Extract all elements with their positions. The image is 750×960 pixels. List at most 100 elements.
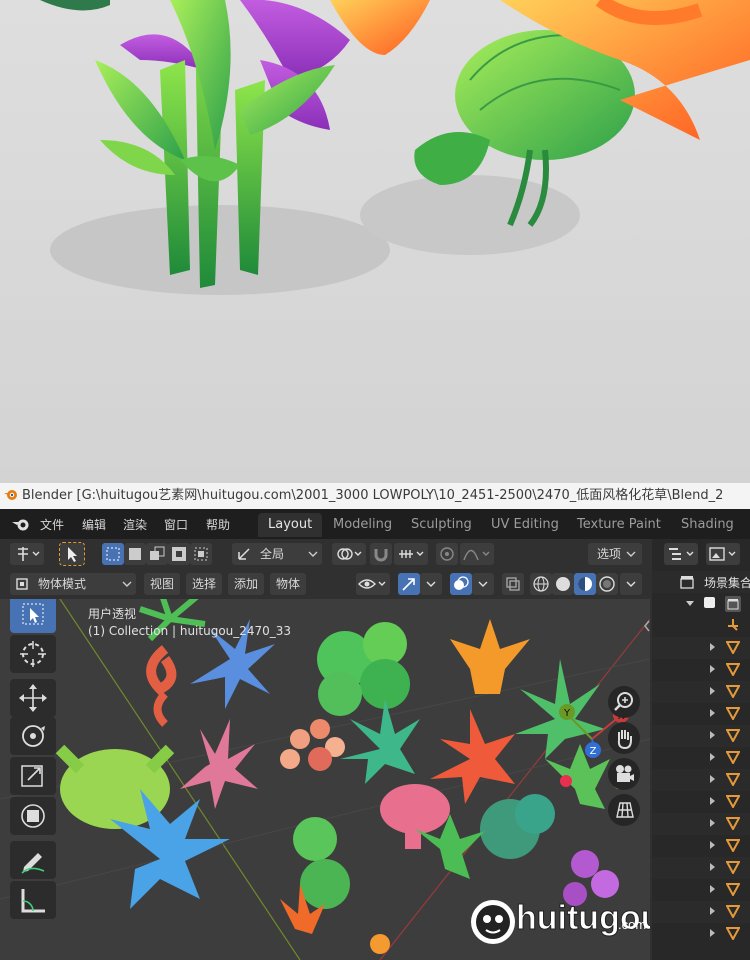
scene-collection-icon [680,576,694,589]
interaction-mode-dropdown[interactable]: 物体模式 [10,573,136,595]
zoom-button[interactable] [608,686,640,718]
checkbox-icon[interactable] [704,597,715,608]
menu-window[interactable]: 窗口 [164,516,188,533]
outliner-object-row[interactable] [652,703,750,725]
falloff-curve-icon [463,549,490,561]
pivot-point-dropdown[interactable] [332,543,366,565]
outliner-object-row[interactable] [652,813,750,835]
overlays-toggle[interactable] [450,573,472,595]
sidebar-toggle-icon[interactable] [642,618,652,634]
zoom-icon [614,692,633,711]
snap-toggle[interactable] [370,543,392,565]
tool-select-box[interactable] [10,599,56,633]
visibility-dropdown[interactable] [356,573,390,595]
shading-dropdown[interactable] [620,573,642,595]
transform-orientation-dropdown[interactable]: 全局 [232,543,322,565]
outliner-object-row[interactable] [652,923,750,945]
viewport-tool-header: 全局 选项 [0,539,650,569]
blender-menu-icon[interactable] [12,516,30,532]
mesh-object-icon [726,817,740,830]
mesh-object-icon [726,773,740,786]
tab-uv-editing[interactable]: UV Editing [481,513,569,537]
tab-modeling[interactable]: Modeling [323,513,402,537]
expand-triangle-icon[interactable] [686,601,694,606]
menu-view[interactable]: 视图 [144,573,180,595]
mesh-object-icon [726,927,740,940]
overlays-dropdown[interactable] [472,573,494,595]
outliner-filter-dropdown[interactable] [706,543,740,565]
tool-scale[interactable] [10,757,56,795]
outliner-object-row[interactable] [652,769,750,791]
shading-wireframe-button[interactable] [530,573,552,595]
mesh-object-icon [726,685,740,698]
tool-move[interactable] [10,679,56,717]
gizmo-toggle[interactable] [398,573,420,595]
outliner-object-row[interactable] [652,637,750,659]
outliner-object-row[interactable] [652,835,750,857]
select-mode-invert-button[interactable] [168,543,190,565]
camera-view-button[interactable] [608,758,640,790]
pan-button[interactable] [608,722,640,754]
menu-render[interactable]: 渲染 [123,516,147,533]
mesh-object-icon [726,641,740,654]
outliner-object-row[interactable] [652,659,750,681]
outliner-object-row[interactable] [652,615,750,637]
outliner-object-row[interactable] [652,901,750,923]
menu-add[interactable]: 添加 [228,573,264,595]
tab-shading[interactable]: Shading [671,513,744,537]
mesh-object-icon [726,707,740,720]
shading-material-button[interactable] [574,573,596,595]
outliner-object-row[interactable] [652,879,750,901]
outliner-object-row[interactable] [652,791,750,813]
proportional-edit-toggle[interactable] [436,543,458,565]
menu-file[interactable]: 文件 [40,516,64,533]
xray-toggle[interactable] [502,573,524,595]
green-fan-plant [545,744,610,809]
wireframe-sphere-icon [533,576,549,592]
ortho-toggle-button[interactable] [608,794,640,826]
outliner-display-mode-dropdown[interactable] [664,543,698,565]
material-sphere-icon [578,577,592,591]
falloff-dropdown[interactable] [460,543,494,565]
options-dropdown[interactable]: 选项 [588,543,642,565]
select-mode-intersect-button[interactable] [190,543,212,565]
tab-texture-paint[interactable]: Texture Paint [567,513,671,537]
tool-transform[interactable] [10,797,56,835]
shading-rendered-button[interactable] [596,573,618,595]
3d-viewport[interactable]: Y X Z 用户透视 (1) Collection | huitugou_247… [0,599,650,960]
select-tool-button[interactable] [59,542,85,566]
tool-annotate[interactable] [10,841,56,879]
select-mode-new-button[interactable] [102,543,124,565]
menu-object[interactable]: 物体 [270,573,306,595]
scale-icon [21,765,43,787]
select-extend-icon [129,548,141,560]
outliner-object-row[interactable] [652,681,750,703]
snap-target-dropdown[interactable] [394,543,428,565]
transform-pivot-button[interactable] [10,543,44,565]
outliner-scene-collection-row[interactable]: 场景集合 [652,571,750,593]
image-filter-icon [709,547,736,561]
tab-sculpting[interactable]: Sculpting [401,513,482,537]
overlays-icon [454,576,469,590]
outliner-object-row[interactable] [652,857,750,879]
axis-y-label: Y [563,708,571,719]
select-mode-extend-button[interactable] [124,543,146,565]
outliner-object-row[interactable] [652,725,750,747]
select-mode-subtract-button[interactable] [146,543,168,565]
rendered-sphere-icon [599,576,615,592]
watermark: huitugou .com [468,893,650,953]
menu-help[interactable]: 帮助 [206,516,230,533]
outliner-object-row[interactable] [652,747,750,769]
tab-layout[interactable]: Layout [258,513,323,537]
tool-rotate[interactable] [10,717,56,755]
menu-edit[interactable]: 编辑 [82,516,106,533]
mesh-object-icon [726,839,740,852]
tool-cursor[interactable] [10,635,56,673]
gizmo-neg-x[interactable] [560,775,572,787]
shading-solid-button[interactable] [552,573,574,595]
menu-select[interactable]: 选择 [186,573,222,595]
outliner-collection-row[interactable] [652,593,750,615]
tool-measure[interactable] [10,881,56,919]
gizmo-dropdown[interactable] [420,573,442,595]
plant-render-illustration [40,0,750,295]
